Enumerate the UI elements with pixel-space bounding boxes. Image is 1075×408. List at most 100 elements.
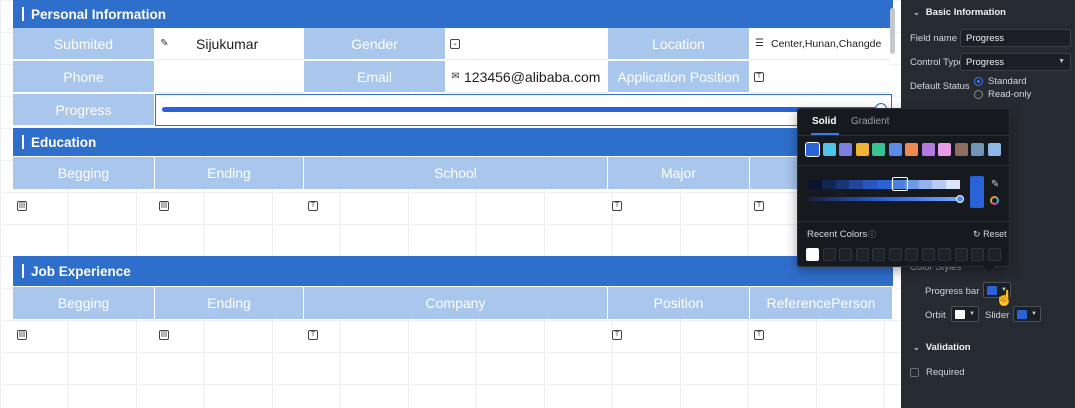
control-type-value: Progress [966,56,1005,68]
email-label: Email [304,61,446,93]
edu-school-cell[interactable]: T [304,192,608,220]
edu-major-cell[interactable]: T [608,192,750,220]
hue-slider[interactable] [808,197,960,201]
section-marker [22,7,24,21]
control-type-select[interactable]: Progress ▼ [960,53,1071,71]
tab-gradient[interactable]: Gradient [851,116,889,127]
gender-field[interactable]: ⌄ [446,28,608,60]
preset-color-swatch[interactable] [905,143,918,156]
preset-color-swatch[interactable] [855,143,869,156]
mail-icon: ✉ [451,71,460,82]
recent-color-slot[interactable] [987,248,1001,261]
job-begging-cell[interactable]: ▤ [13,321,155,349]
location-field[interactable]: ☰ Center,Hunan,Changde [750,28,890,60]
section-header-education: Education [13,128,893,156]
recent-color-slot[interactable] [839,248,852,261]
shade-segment[interactable] [877,180,892,189]
chevron-down-icon: ⌄ [913,343,920,352]
preset-color-swatch[interactable] [822,143,836,156]
reset-button[interactable]: ↻ Reset [973,229,1007,240]
status-option-label: Read-only [988,89,1032,100]
job-col-position: Position [608,287,750,319]
shade-segment[interactable] [918,180,933,189]
text-icon: T [754,71,764,82]
shade-segment[interactable] [863,180,878,189]
recent-colors-label: Recent Colors [807,229,868,240]
shade-segment[interactable] [821,180,837,189]
job-position-cell[interactable]: T [608,321,750,349]
progress-field[interactable] [155,94,892,126]
orbit-color-label: Orbit [925,310,946,321]
job-ending-cell[interactable]: ▤ [155,321,304,349]
popover-arrow [984,266,994,272]
hue-slider-knob[interactable] [956,195,964,203]
vertical-scrollbar[interactable] [890,8,895,54]
preset-color-swatch[interactable] [987,143,1001,156]
calendar-icon: ▤ [17,330,27,340]
recent-color-slot[interactable] [938,248,951,261]
edu-col-begging: Begging [13,157,155,189]
job-company-cell[interactable]: T [304,321,608,349]
calendar-icon: ▤ [159,201,169,211]
field-name-label: Field name [910,33,957,44]
recent-color-slot[interactable] [921,248,935,261]
recent-color-slot[interactable] [971,248,984,261]
preset-color-swatch[interactable] [971,143,984,156]
edu-col-ending: Ending [155,157,304,189]
tab-solid[interactable]: Solid [812,116,836,127]
recent-color-slot[interactable] [855,248,869,261]
edu-ending-cell[interactable]: ▤ [155,192,304,220]
edu-begging-cell[interactable]: ▤ [13,192,155,220]
validation-header[interactable]: ⌄ Validation [913,342,971,353]
shade-selector[interactable] [892,177,908,191]
recent-color-slot[interactable] [822,248,836,261]
submitted-field[interactable]: ✎ Sijukumar [155,28,304,60]
job-col-company: Company [304,287,608,319]
slider-color-button[interactable]: ▼ [1013,306,1041,322]
recent-color-slot[interactable] [888,248,902,261]
eyedropper-icon[interactable]: ✎ [991,179,999,190]
recent-color-slot[interactable] [806,248,819,261]
shade-segment[interactable] [946,180,961,189]
slider-color-label: Slider [985,310,1010,321]
section-header-personal: Personal Information [13,0,893,28]
status-radio-standard[interactable]: Standard [974,76,1027,87]
preset-color-swatch[interactable] [805,142,820,157]
text-icon: T [754,201,764,211]
color-wheel-icon[interactable] [990,196,999,205]
application-position-field[interactable]: T [750,61,890,93]
submitted-label: Submited [13,28,155,60]
text-icon: T [612,330,622,340]
caret-down-icon: ▼ [1031,311,1037,317]
preset-color-swatch[interactable] [872,143,885,156]
orbit-color-button[interactable]: ▼ [951,306,979,322]
required-checkbox[interactable]: Required [910,367,965,378]
section-title: Education [31,134,97,150]
hand-cursor-icon: ☝ [995,290,1014,307]
shade-segment[interactable] [835,180,850,189]
job-reference-person-cell[interactable]: T [750,321,890,349]
shade-segment[interactable] [808,180,823,189]
preset-color-swatch[interactable] [839,143,852,156]
job-col-begging: Begging [13,287,155,319]
shade-segment[interactable] [932,180,947,189]
phone-field[interactable] [155,61,304,93]
recent-color-slot[interactable] [954,248,968,261]
required-label: Required [926,367,965,378]
radio-checked-icon [974,77,983,86]
recent-color-slot[interactable] [872,248,885,261]
location-value: Center,Hunan,Changde [771,37,882,50]
recent-color-slot[interactable] [905,248,918,261]
preset-color-swatch[interactable] [954,143,968,156]
shade-segment[interactable] [849,180,864,189]
preset-color-swatch[interactable] [921,143,935,156]
preset-color-swatch[interactable] [888,143,902,156]
basic-info-header[interactable]: ⌄ Basic Information [913,7,1006,18]
status-radio-readonly[interactable]: Read-only [974,89,1031,100]
basic-info-title: Basic Information [925,7,1006,18]
progress-label: Progress [13,94,155,126]
email-field[interactable]: ✉ 123456@alibaba.com [446,61,608,93]
job-col-reference-person: ReferencePerson [750,287,893,319]
field-name-input[interactable]: Progress [960,29,1071,47]
preset-color-swatch[interactable] [938,143,951,156]
